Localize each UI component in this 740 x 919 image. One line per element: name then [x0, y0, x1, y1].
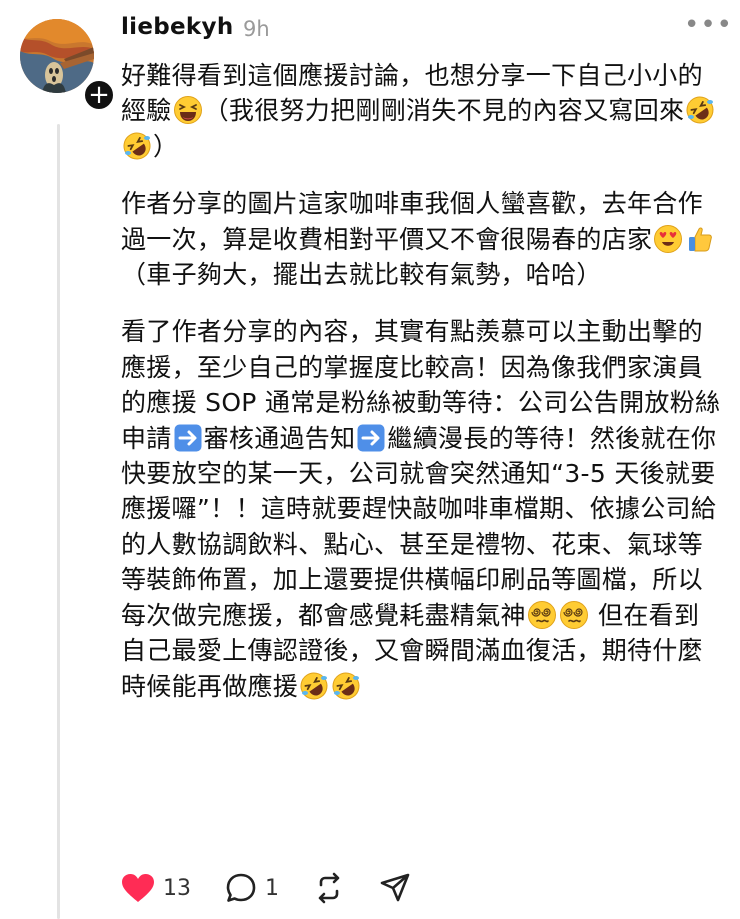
right-arrow-icon	[173, 423, 203, 453]
rofl-face-icon	[331, 671, 361, 701]
dizzy-face-icon	[559, 600, 589, 630]
rofl-face-icon	[685, 95, 715, 125]
text-segment: 繼續漫長的等待！然後就在你快要放空的某一天，公司就會突然通知“3-5 天後就要應…	[121, 423, 717, 630]
send-icon	[380, 873, 410, 902]
laughing-face-icon	[173, 95, 203, 125]
text-segment: （車子夠大，擺出去就比較有氣勢，哈哈）	[121, 260, 602, 290]
thumbs-up-icon	[685, 224, 715, 254]
post-paragraph: 看了作者分享的內容，其實有點羨慕可以主動出擊的應援，至少自己的掌握度比較高！因為…	[121, 314, 721, 703]
heart-eyes-face-icon	[653, 224, 683, 254]
like-count: 13	[163, 875, 191, 901]
thread-line	[57, 124, 60, 919]
post-body: 好難得看到這個應援討論，也想分享一下自己小小的經驗 （我很努力把剛剛消失不見的內容…	[121, 58, 721, 704]
repost-icon	[318, 872, 340, 904]
text-segment: （我很努力把剛剛消失不見的內容又寫回來	[203, 96, 685, 126]
avatar[interactable]	[20, 19, 94, 93]
follow-button[interactable]: +	[82, 78, 116, 112]
reply-count: 1	[265, 875, 279, 901]
more-options-button[interactable]: •••	[684, 10, 733, 40]
username[interactable]: liebekyh	[121, 14, 234, 40]
post-time: 9h	[243, 17, 270, 41]
text-segment: 作者分享的圖片這家咖啡車我個人蠻喜歡，去年合作過一次，算是收費相對平價又不會很陽…	[121, 189, 703, 254]
avatar-container[interactable]: +	[18, 16, 116, 112]
heart-icon	[122, 874, 154, 902]
right-arrow-icon	[356, 423, 386, 453]
rofl-face-icon	[299, 671, 329, 701]
post-paragraph: 作者分享的圖片這家咖啡車我個人蠻喜歡，去年合作過一次，算是收費相對平價又不會很陽…	[121, 186, 721, 292]
dizzy-face-icon	[527, 600, 557, 630]
share-button[interactable]	[379, 872, 411, 904]
like-button[interactable]: 13	[121, 873, 191, 903]
comment-icon	[226, 873, 256, 902]
text-segment: 審核通過告知	[203, 423, 356, 453]
text-segment: ）	[153, 131, 179, 161]
reply-button[interactable]: 1	[225, 872, 279, 904]
repost-button[interactable]	[313, 872, 345, 904]
post-paragraph: 好難得看到這個應援討論，也想分享一下自己小小的經驗 （我很努力把剛剛消失不見的內容…	[121, 58, 721, 164]
rofl-face-icon	[122, 131, 152, 161]
action-bar: 13 1	[121, 868, 445, 908]
